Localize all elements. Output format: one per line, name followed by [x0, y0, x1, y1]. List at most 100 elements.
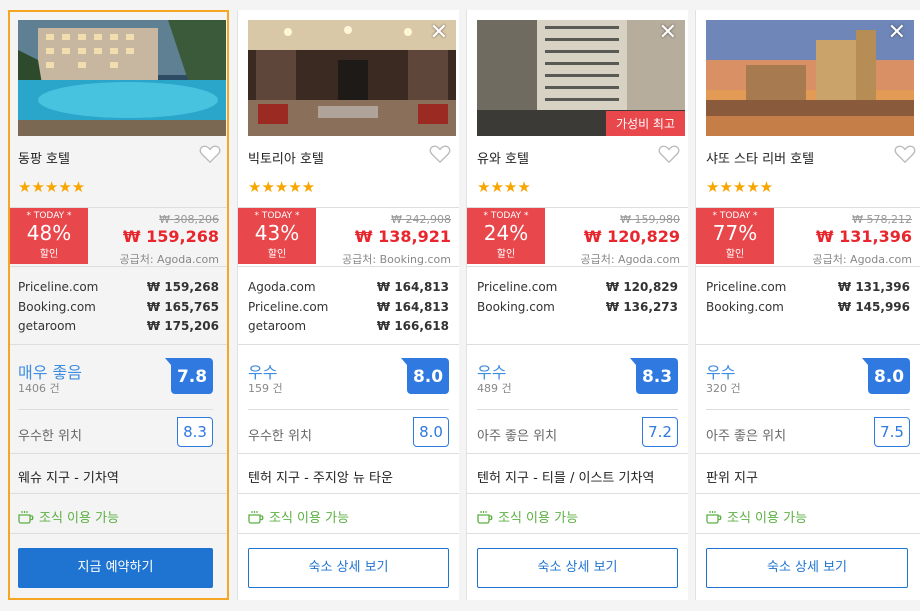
heart-icon[interactable]	[658, 144, 680, 164]
site-name: Priceline.com	[18, 280, 99, 294]
site-name: Priceline.com	[248, 299, 329, 314]
breakfast-info: 조식 이용 가능	[18, 507, 119, 526]
view-details-button[interactable]: 숙소 상세 보기	[248, 548, 449, 588]
heart-icon[interactable]	[894, 144, 916, 164]
price-list: Priceline.com ₩ 159,268 Booking.com ₩ 165,…	[18, 280, 219, 339]
price-row[interactable]: Priceline.com ₩ 131,396	[706, 280, 910, 300]
discount-label: 할인	[39, 249, 59, 260]
supplier: 공급처: Booking.com	[342, 253, 451, 266]
star-rating: ★★★★★	[18, 178, 86, 196]
supplier: 공급처: Agoda.com	[812, 253, 912, 266]
location-score-badge: 7.2	[642, 417, 678, 447]
review-count[interactable]: 489 건	[477, 380, 512, 396]
hotel-name[interactable]: 동팡 호텔	[18, 148, 70, 167]
deal-price[interactable]: ₩ 131,396	[816, 227, 912, 246]
divider	[18, 409, 213, 410]
hotel-photo[interactable]: ✕ 가성비 최고	[477, 20, 685, 136]
hotel-name[interactable]: 유와 호텔	[477, 148, 529, 167]
star-rating: ★★★★★	[248, 178, 316, 196]
price-row[interactable]: getaroom ₩ 175,206	[18, 319, 219, 339]
location-label: 아주 좋은 위치	[706, 429, 787, 444]
review-count[interactable]: 159 건	[248, 380, 283, 396]
best-value-tag: 가성비 최고	[605, 111, 685, 136]
site-price: ₩ 145,996	[837, 299, 910, 314]
breakfast-label: 조식 이용 가능	[39, 511, 120, 526]
discount-percent: 43%	[254, 221, 300, 245]
heart-icon[interactable]	[199, 144, 221, 164]
district: 텐허 지구 - 주지앙 뉴 타운	[248, 471, 393, 486]
district: 웨슈 지구 - 기차역	[18, 471, 119, 486]
close-icon[interactable]: ✕	[430, 22, 448, 44]
deal-price[interactable]: ₩ 159,268	[123, 227, 219, 246]
hotel-photo[interactable]	[18, 20, 226, 136]
location-label: 우수한 위치	[248, 429, 312, 444]
discount-badge: * TODAY * 43% 할인	[238, 208, 316, 264]
close-icon[interactable]: ✕	[659, 22, 677, 44]
district: 판위 지구	[706, 471, 758, 486]
book-now-button[interactable]: 지금 예약하기	[18, 548, 213, 588]
star-rating: ★★★★	[477, 178, 531, 196]
hotel-card[interactable]: ✕ 샤또 스타 리버 호텔 ★★★★★ * TODAY * 77% 할인 ₩ 5…	[696, 10, 920, 600]
discount-percent: 24%	[483, 221, 529, 245]
price-row[interactable]: Agoda.com ₩ 164,813	[248, 280, 449, 300]
today-label: * TODAY *	[254, 211, 300, 221]
divider	[477, 409, 678, 410]
site-price: ₩ 165,765	[146, 299, 219, 314]
site-name: getaroom	[18, 319, 77, 333]
site-price: ₩ 164,813	[376, 280, 449, 294]
today-label: * TODAY *	[483, 211, 529, 221]
price-row[interactable]: Priceline.com ₩ 159,268	[18, 280, 219, 300]
close-icon[interactable]: ✕	[888, 22, 906, 44]
heart-icon[interactable]	[429, 144, 451, 164]
hotel-card[interactable]: ✕ 가성비 최고 유와 호텔 ★★★★ * TODAY * 24% 할인 ₩ 1…	[467, 10, 688, 600]
site-price: ₩ 164,813	[376, 299, 449, 314]
riverside-hotel-image	[706, 20, 914, 136]
hotel-card-selected[interactable]: 동팡 호텔 ★★★★★ * TODAY * 48% 할인 ₩ 308,206 ₩…	[8, 10, 229, 600]
divider	[238, 493, 459, 494]
district: 텐허 지구 - 티믈 / 이스트 기차역	[477, 471, 655, 486]
review-count[interactable]: 1406 건	[18, 380, 60, 396]
breakfast-info: 조식 이용 가능	[477, 507, 578, 526]
divider	[696, 533, 920, 534]
site-price: ₩ 159,268	[146, 280, 219, 294]
original-price: ₩ 578,212	[852, 213, 912, 226]
price-row[interactable]: Booking.com ₩ 136,273	[477, 300, 678, 320]
divider	[10, 453, 227, 454]
view-details-button[interactable]: 숙소 상세 보기	[477, 548, 678, 588]
location-score-badge: 8.3	[177, 417, 213, 447]
review-count[interactable]: 320 건	[706, 380, 741, 396]
hotel-name[interactable]: 빅토리아 호텔	[248, 148, 324, 167]
hotel-name[interactable]: 샤또 스타 리버 호텔	[706, 148, 814, 167]
divider	[467, 344, 688, 345]
score-badge: 8.0	[862, 358, 910, 394]
view-details-button[interactable]: 숙소 상세 보기	[706, 548, 908, 588]
divider	[706, 409, 910, 410]
star-rating: ★★★★★	[706, 178, 774, 196]
divider	[696, 344, 920, 345]
location-score-badge: 8.0	[413, 417, 449, 447]
coffee-cup-icon	[18, 510, 34, 524]
divider	[238, 453, 459, 454]
price-row[interactable]: Priceline.com ₩ 164,813	[248, 300, 449, 320]
discount-badge: * TODAY * 48% 할인	[10, 208, 88, 264]
deal-price[interactable]: ₩ 120,829	[584, 227, 680, 246]
site-name: Priceline.com	[477, 280, 558, 294]
deal-price[interactable]: ₩ 138,921	[355, 227, 451, 246]
divider	[10, 533, 227, 534]
breakfast-info: 조식 이용 가능	[706, 507, 807, 526]
pool-resort-image	[18, 20, 226, 136]
hotel-card[interactable]: ✕ 빅토리아 호텔 ★★★★★ * TODAY * 43% 할인 ₩ 242,9…	[238, 10, 459, 600]
hotel-photo[interactable]: ✕	[706, 20, 914, 136]
price-row[interactable]: Booking.com ₩ 165,765	[18, 300, 219, 320]
price-row[interactable]: Booking.com ₩ 145,996	[706, 300, 910, 320]
supplier: 공급처: Agoda.com	[580, 253, 680, 266]
price-row[interactable]: getaroom ₩ 166,618	[248, 319, 449, 339]
hotel-comparison: 동팡 호텔 ★★★★★ * TODAY * 48% 할인 ₩ 308,206 ₩…	[0, 0, 920, 611]
divider	[248, 409, 449, 410]
price-row[interactable]: Priceline.com ₩ 120,829	[477, 280, 678, 300]
site-name: getaroom	[248, 319, 307, 333]
hotel-photo[interactable]: ✕	[248, 20, 456, 136]
original-price: ₩ 308,206	[159, 213, 219, 226]
site-name: Agoda.com	[248, 280, 316, 294]
site-price: ₩ 120,829	[605, 280, 678, 294]
